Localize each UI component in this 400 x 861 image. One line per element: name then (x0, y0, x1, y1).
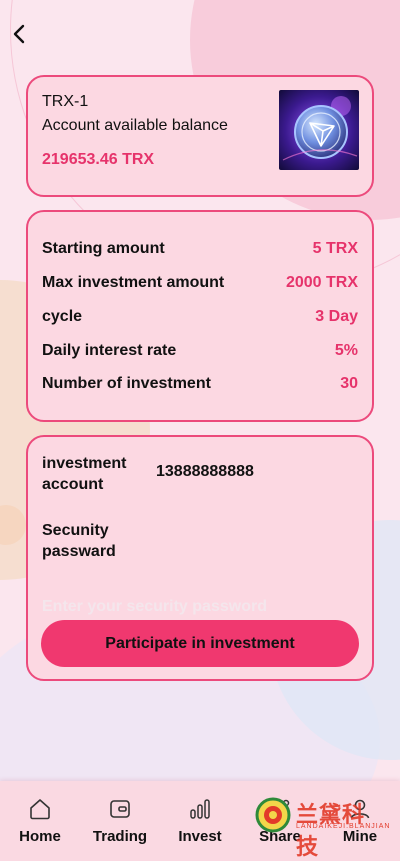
wallet-icon (110, 800, 130, 818)
share-icon (270, 799, 290, 819)
tab-trading[interactable]: Trading (80, 781, 160, 861)
trx-coin-image (279, 90, 359, 170)
participate-investment-button[interactable]: Participate in investment (41, 620, 359, 667)
home-icon (30, 799, 50, 820)
balance-label: Account available balance (42, 117, 228, 134)
product-balance-card: TRX-1 Account available balance 219653.4… (26, 75, 374, 197)
detail-label: Daily interest rate (42, 342, 177, 359)
detail-value: 2000 TRX (285, 274, 358, 291)
back-button[interactable] (8, 22, 32, 46)
detail-value: 5 TRX (312, 240, 358, 257)
investment-account-label: investment account (42, 455, 127, 493)
product-name: TRX-1 (42, 93, 89, 110)
security-password-label: Secunity passward (42, 522, 116, 560)
tab-label: Home (19, 828, 61, 845)
detail-label: Starting amount (42, 240, 165, 257)
bar-chart-icon (190, 799, 210, 819)
balance-value: 219653.46 TRX (42, 151, 155, 168)
detail-label: Max investment amount (42, 274, 225, 291)
investment-account-value: 13888888888 (156, 463, 254, 480)
bottom-tab-bar: Home Trading Invest Share Mine (0, 781, 400, 861)
tab-label: Invest (178, 828, 222, 845)
tab-mine[interactable]: Mine (320, 781, 400, 861)
detail-row-number-of-investment: Number of investment 30 (42, 375, 358, 393)
investment-form-card: investment account 13888888888 Secunity … (26, 435, 374, 681)
tab-label: Share (259, 828, 301, 845)
chevron-left-icon (13, 24, 25, 44)
detail-row-starting-amount: Starting amount 5 TRX (42, 240, 358, 258)
tab-label: Trading (92, 828, 148, 845)
detail-row-max-investment: Max investment amount 2000 TRX (42, 274, 358, 292)
detail-value: 3 Day (315, 308, 358, 325)
tab-invest[interactable]: Invest (160, 781, 240, 861)
investment-details-card: Starting amount 5 TRX Max investment amo… (26, 210, 374, 422)
tab-home[interactable]: Home (0, 781, 80, 861)
detail-row-daily-interest: Daily interest rate 5% (42, 342, 358, 360)
detail-value: 30 (340, 375, 358, 392)
tab-label: Mine (342, 828, 378, 845)
tab-share[interactable]: Share (240, 781, 320, 861)
detail-label: Number of investment (42, 375, 211, 392)
detail-row-cycle: cycle 3 Day (42, 308, 358, 326)
security-password-input[interactable] (42, 593, 342, 621)
detail-label: cycle (42, 308, 83, 325)
user-icon (350, 799, 370, 819)
detail-value: 5% (334, 342, 358, 359)
